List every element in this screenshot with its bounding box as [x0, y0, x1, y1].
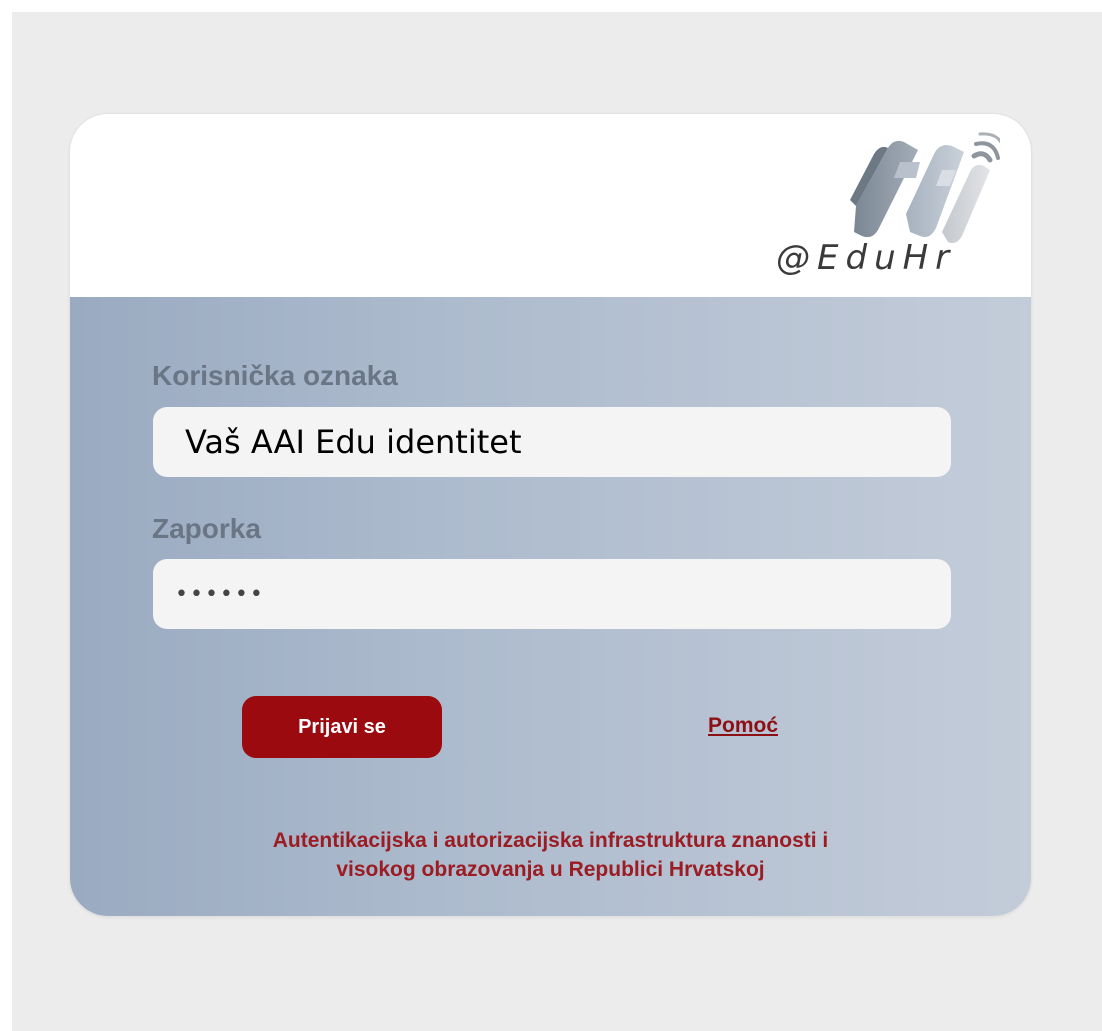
- help-link[interactable]: Pomoć: [708, 714, 778, 738]
- login-form: Korisnička oznaka Vaš AAI Edu identitet …: [70, 297, 1031, 916]
- footer-line-1: Autentikacijska i autorizacijska infrast…: [272, 829, 829, 852]
- password-value: ••••••: [175, 581, 265, 607]
- footer-description: Autentikacijska i autorizacijska infrast…: [70, 826, 1031, 884]
- password-input[interactable]: ••••••: [153, 559, 951, 629]
- logo-text: @EduHr: [776, 238, 957, 278]
- login-button[interactable]: Prijavi se: [242, 696, 442, 758]
- username-label: Korisnička oznaka: [152, 360, 398, 391]
- username-value: Vaš AAI Edu identitet: [185, 423, 522, 461]
- username-input[interactable]: Vaš AAI Edu identitet: [153, 407, 951, 477]
- footer-line-2: visokog obrazovanja u Republici Hrvatsko…: [336, 858, 765, 881]
- login-card: @EduHr Korisnička oznaka Vaš AAI Edu ide…: [70, 114, 1031, 916]
- card-header: @EduHr: [70, 114, 1031, 297]
- password-label: Zaporka: [152, 513, 261, 544]
